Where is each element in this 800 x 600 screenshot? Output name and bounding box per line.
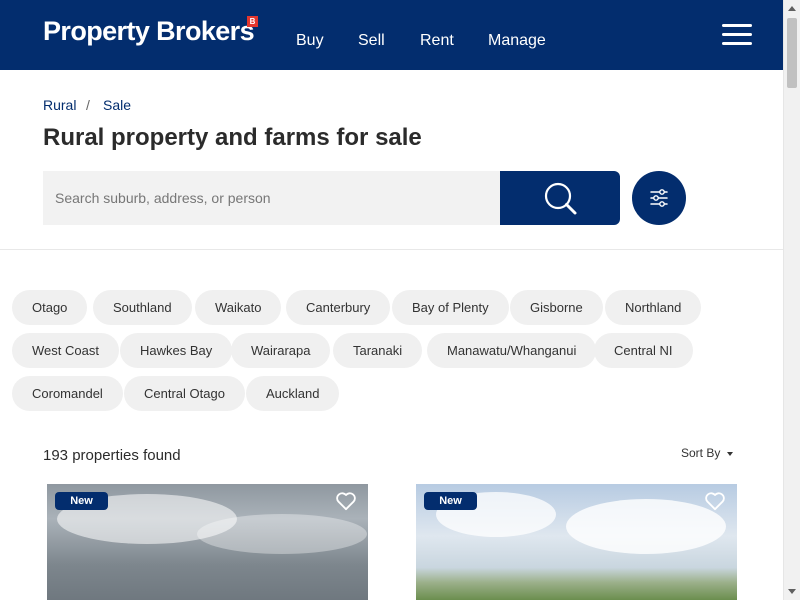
scroll-down-arrow-icon[interactable] [788, 589, 796, 594]
listing-card[interactable]: New [416, 484, 737, 600]
region-chip-southland[interactable]: Southland [93, 290, 192, 325]
new-badge: New [55, 492, 108, 510]
region-chip-coromandel[interactable]: Coromandel [12, 376, 123, 411]
page-title: Rural property and farms for sale [43, 124, 422, 151]
results-count: 193 properties found [43, 447, 181, 464]
region-chip-manawatu-whanganui[interactable]: Manawatu/Whanganui [427, 333, 597, 368]
region-chip-taranaki[interactable]: Taranaki [333, 333, 423, 368]
region-chip-canterbury[interactable]: Canterbury [286, 290, 391, 325]
page-scrollbar[interactable] [783, 0, 800, 600]
listing-photo-cloud [566, 499, 726, 554]
sort-by-dropdown[interactable]: Sort By [681, 446, 720, 460]
brand-logo[interactable]: Property Brokers [43, 16, 255, 47]
chevron-down-icon [727, 452, 733, 456]
search-icon [544, 182, 577, 215]
breadcrumb-separator: / [86, 97, 90, 113]
region-chip-auckland[interactable]: Auckland [246, 376, 340, 411]
listing-card[interactable]: New [47, 484, 368, 600]
region-chip-central-otago[interactable]: Central Otago [124, 376, 245, 411]
region-chip-west-coast[interactable]: West Coast [12, 333, 119, 368]
nav-rent[interactable]: Rent [420, 32, 454, 50]
region-chip-bay-of-plenty[interactable]: Bay of Plenty [392, 290, 509, 325]
nav-buy[interactable]: Buy [296, 32, 324, 50]
site-header: Property Brokers B Buy Sell Rent Manage [0, 0, 783, 70]
heart-icon[interactable] [704, 491, 726, 511]
search-button[interactable] [500, 171, 620, 225]
filter-sliders-icon [650, 189, 668, 207]
region-chip-wairarapa[interactable]: Wairarapa [231, 333, 331, 368]
region-chip-northland[interactable]: Northland [605, 290, 702, 325]
logo-badge: B [247, 16, 258, 27]
region-chip-hawkes-bay[interactable]: Hawkes Bay [120, 333, 233, 368]
hamburger-menu-icon[interactable] [722, 24, 752, 46]
nav-manage[interactable]: Manage [488, 32, 546, 50]
breadcrumb-rural[interactable]: Rural [43, 97, 76, 113]
filter-button[interactable] [632, 171, 686, 225]
search-input[interactable] [43, 171, 500, 225]
breadcrumb-sale[interactable]: Sale [103, 97, 131, 113]
section-divider [0, 249, 783, 250]
scroll-up-arrow-icon[interactable] [788, 6, 796, 11]
region-chip-central-ni[interactable]: Central NI [594, 333, 693, 368]
nav-sell[interactable]: Sell [358, 32, 385, 50]
region-chip-gisborne[interactable]: Gisborne [510, 290, 603, 325]
new-badge: New [424, 492, 477, 510]
region-chip-waikato[interactable]: Waikato [195, 290, 282, 325]
listing-photo-cloud [197, 514, 367, 554]
scroll-thumb[interactable] [787, 18, 797, 88]
heart-icon[interactable] [335, 491, 357, 511]
region-chip-otago[interactable]: Otago [12, 290, 88, 325]
